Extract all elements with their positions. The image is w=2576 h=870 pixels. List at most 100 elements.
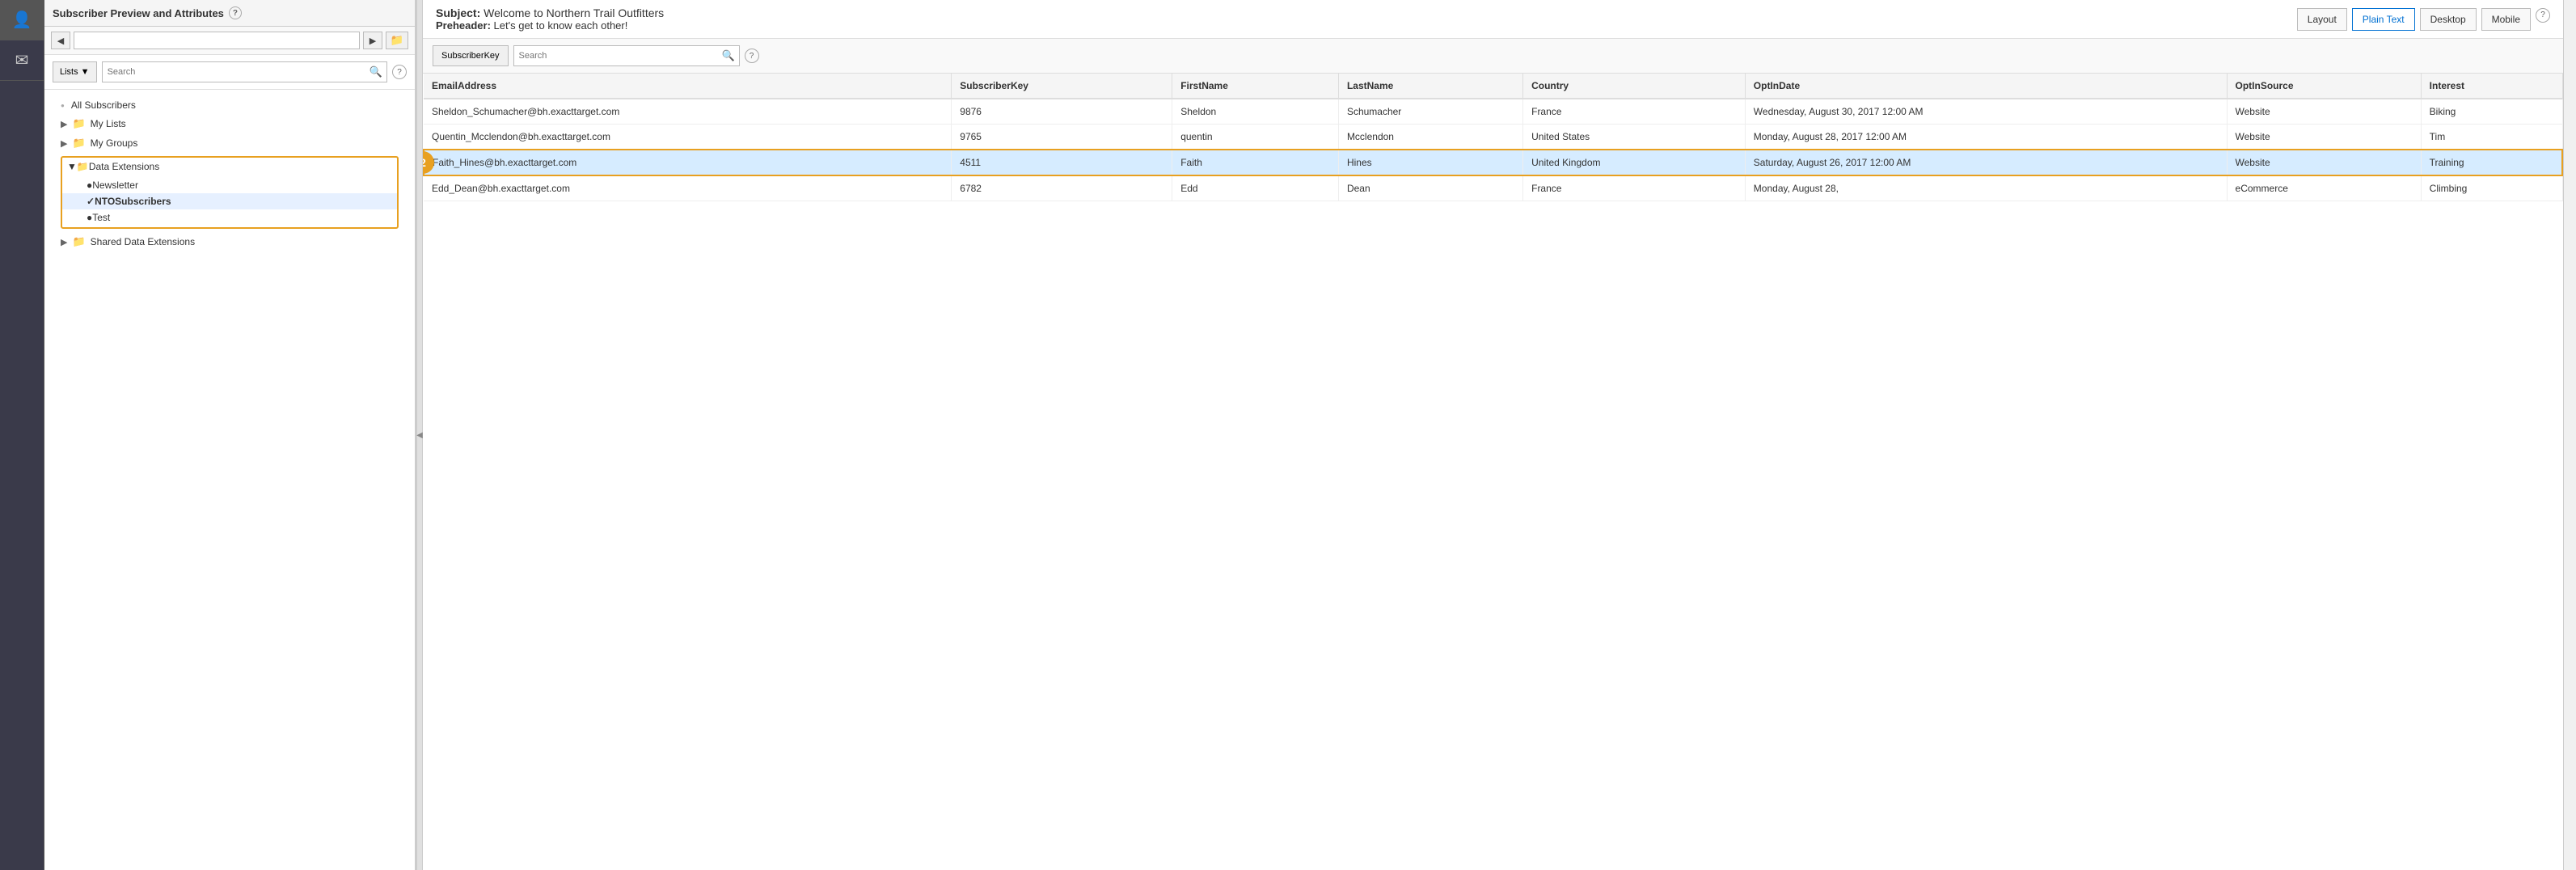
cell-source: eCommerce (2227, 175, 2421, 201)
tree-item-shared-de[interactable]: ▶ 📁 Shared Data Extensions (44, 232, 415, 251)
lists-dropdown-button[interactable]: Lists ▼ (53, 61, 97, 82)
tree-item-data-extensions[interactable]: ▼ 📁 Data Extensions (62, 158, 397, 175)
panel-title: Subscriber Preview and Attributes (53, 7, 224, 19)
cell-key: 9876 (952, 99, 1172, 125)
subscriber-search-input[interactable] (514, 49, 718, 62)
user-icon: 👤 (12, 10, 32, 30)
panel-header: Subscriber Preview and Attributes ? (44, 0, 415, 27)
col-optindate: OptInDate (1745, 74, 2227, 99)
data-extensions-section: ▼ 📁 Data Extensions ● Newsletter ✓ NTOSu… (53, 156, 407, 229)
desktop-button[interactable]: Desktop (2420, 8, 2477, 31)
col-last: LastName (1338, 74, 1522, 99)
preheader-label: Preheader: (436, 19, 494, 32)
cell-country: United States (1523, 125, 1746, 150)
expand-icon: ▶ (61, 119, 67, 129)
subject-label: Subject: (436, 6, 484, 19)
cell-source: Website (2227, 99, 2421, 125)
tree-item-all-subscribers[interactable]: ● All Subscribers (44, 96, 415, 114)
cell-interest: Biking (2421, 99, 2562, 125)
table-header-row: EmailAddress SubscriberKey FirstName Las… (424, 74, 2562, 99)
col-email: EmailAddress (424, 74, 952, 99)
nav-folder-button[interactable]: 📁 (386, 32, 408, 49)
subscriber-key-button[interactable]: SubscriberKey (433, 45, 509, 66)
email-sidebar-icon[interactable]: ✉ (0, 40, 44, 81)
cell-last: Dean (1338, 175, 1522, 201)
subscribers-table: EmailAddress SubscriberKey FirstName Las… (423, 74, 2563, 201)
right-scrollbar[interactable] (2563, 0, 2576, 870)
cell-email: Sheldon_Schumacher@bh.exacttarget.com (424, 99, 952, 125)
folder-icon-my-lists: 📁 (72, 117, 85, 130)
panel-help-icon[interactable]: ? (229, 6, 242, 19)
view-help-icon[interactable]: ? (2536, 8, 2550, 23)
subject-line: Subject: Welcome to Northern Trail Outfi… (436, 6, 2284, 19)
subscriber-help-icon[interactable]: ? (745, 49, 759, 63)
cell-date: Saturday, August 26, 2017 12:00 AM (1745, 150, 2227, 175)
search-help-icon[interactable]: ? (392, 65, 407, 79)
col-country: Country (1523, 74, 1746, 99)
mobile-button[interactable]: Mobile (2481, 8, 2531, 31)
subscriber-search-wrap: 🔍 (513, 45, 740, 66)
folder-icon-de: 📁 (77, 161, 89, 172)
nav-forward-button[interactable]: ▶ (363, 32, 382, 49)
bullet-test: ● (87, 212, 92, 223)
tree-item-my-groups[interactable]: ▶ 📁 My Groups (44, 133, 415, 153)
folder-icon-my-groups: 📁 (72, 137, 85, 150)
my-groups-label: My Groups (91, 137, 138, 149)
nav-path-input[interactable] (74, 32, 360, 49)
search-button[interactable]: 🔍 (365, 62, 386, 82)
folder-icon: 📁 (391, 34, 404, 47)
bullet-newsletter: ● (87, 179, 92, 191)
tree-item-my-lists[interactable]: ▶ 📁 My Lists (44, 114, 415, 133)
table-row[interactable]: Edd_Dean@bh.exacttarget.com 6782 Edd Dea… (424, 175, 2562, 201)
cell-date: Monday, August 28, (1745, 175, 2227, 201)
subscriber-search-button[interactable]: 🔍 (718, 46, 739, 65)
top-bar: Subject: Welcome to Northern Trail Outfi… (423, 0, 2563, 39)
search-input[interactable] (103, 65, 365, 78)
layout-button[interactable]: Layout (2297, 8, 2347, 31)
de-children: ● Newsletter ✓ NTOSubscribers ● Test (62, 175, 397, 227)
cell-last: Schumacher (1338, 99, 1522, 125)
tree-item-test[interactable]: ● Test (62, 209, 397, 226)
col-first: FirstName (1172, 74, 1339, 99)
table-row-selected[interactable]: Faith_Hines@bh.exacttarget.com 4511 Fait… (424, 150, 2562, 175)
table-row[interactable]: Sheldon_Schumacher@bh.exacttarget.com 98… (424, 99, 2562, 125)
test-label: Test (92, 212, 110, 223)
col-key: SubscriberKey (952, 74, 1172, 99)
plain-text-button[interactable]: Plain Text (2352, 8, 2415, 31)
view-buttons: Layout Plain Text Desktop Mobile ? (2297, 8, 2550, 31)
cell-interest: Climbing (2421, 175, 2562, 201)
cell-email: Faith_Hines@bh.exacttarget.com (424, 150, 952, 175)
user-sidebar-icon[interactable]: 👤 (0, 0, 44, 40)
cell-source: Website (2227, 150, 2421, 175)
cell-last: Mcclendon (1338, 125, 1522, 150)
panel-splitter[interactable] (416, 0, 423, 870)
subject-value: Welcome to Northern Trail Outfitters (484, 6, 664, 19)
check-icon: ✓ (87, 196, 95, 207)
bullet-icon: ● (61, 102, 65, 109)
preheader-value: Let's get to know each other! (494, 19, 628, 32)
sidebar-icons: 👤 ✉ (0, 0, 44, 870)
email-info: Subject: Welcome to Northern Trail Outfi… (436, 6, 2284, 32)
nav-back-button[interactable]: ◀ (51, 32, 70, 49)
nto-subscribers-label: NTOSubscribers (95, 196, 171, 207)
search-input-wrap: 🔍 (102, 61, 387, 82)
cell-country: France (1523, 99, 1746, 125)
cell-email: Quentin_Mcclendon@bh.exacttarget.com (424, 125, 952, 150)
table-area: SubscriberKey 🔍 ? EmailAddress Subscribe… (423, 39, 2563, 870)
search-bar: Lists ▼ 🔍 ? (44, 55, 415, 90)
email-icon: ✉ (15, 50, 29, 70)
all-subscribers-label: All Subscribers (71, 99, 136, 111)
preheader-line: Preheader: Let's get to know each other! (436, 19, 2284, 32)
cell-interest: Training (2421, 150, 2562, 175)
cell-country: France (1523, 175, 1746, 201)
my-lists-label: My Lists (91, 118, 126, 129)
tree-item-newsletter[interactable]: ● Newsletter (62, 177, 397, 193)
shared-de-label: Shared Data Extensions (91, 236, 195, 247)
data-extensions-label: Data Extensions (89, 161, 159, 172)
tree-item-nto-subscribers[interactable]: ✓ NTOSubscribers (62, 193, 397, 209)
right-panel: Subject: Welcome to Northern Trail Outfi… (423, 0, 2563, 870)
cell-first: Faith (1172, 150, 1339, 175)
subscriber-search-bar: SubscriberKey 🔍 ? (423, 39, 2563, 74)
table-row[interactable]: Quentin_Mcclendon@bh.exacttarget.com 976… (424, 125, 2562, 150)
data-table-wrapper: EmailAddress SubscriberKey FirstName Las… (423, 74, 2563, 870)
